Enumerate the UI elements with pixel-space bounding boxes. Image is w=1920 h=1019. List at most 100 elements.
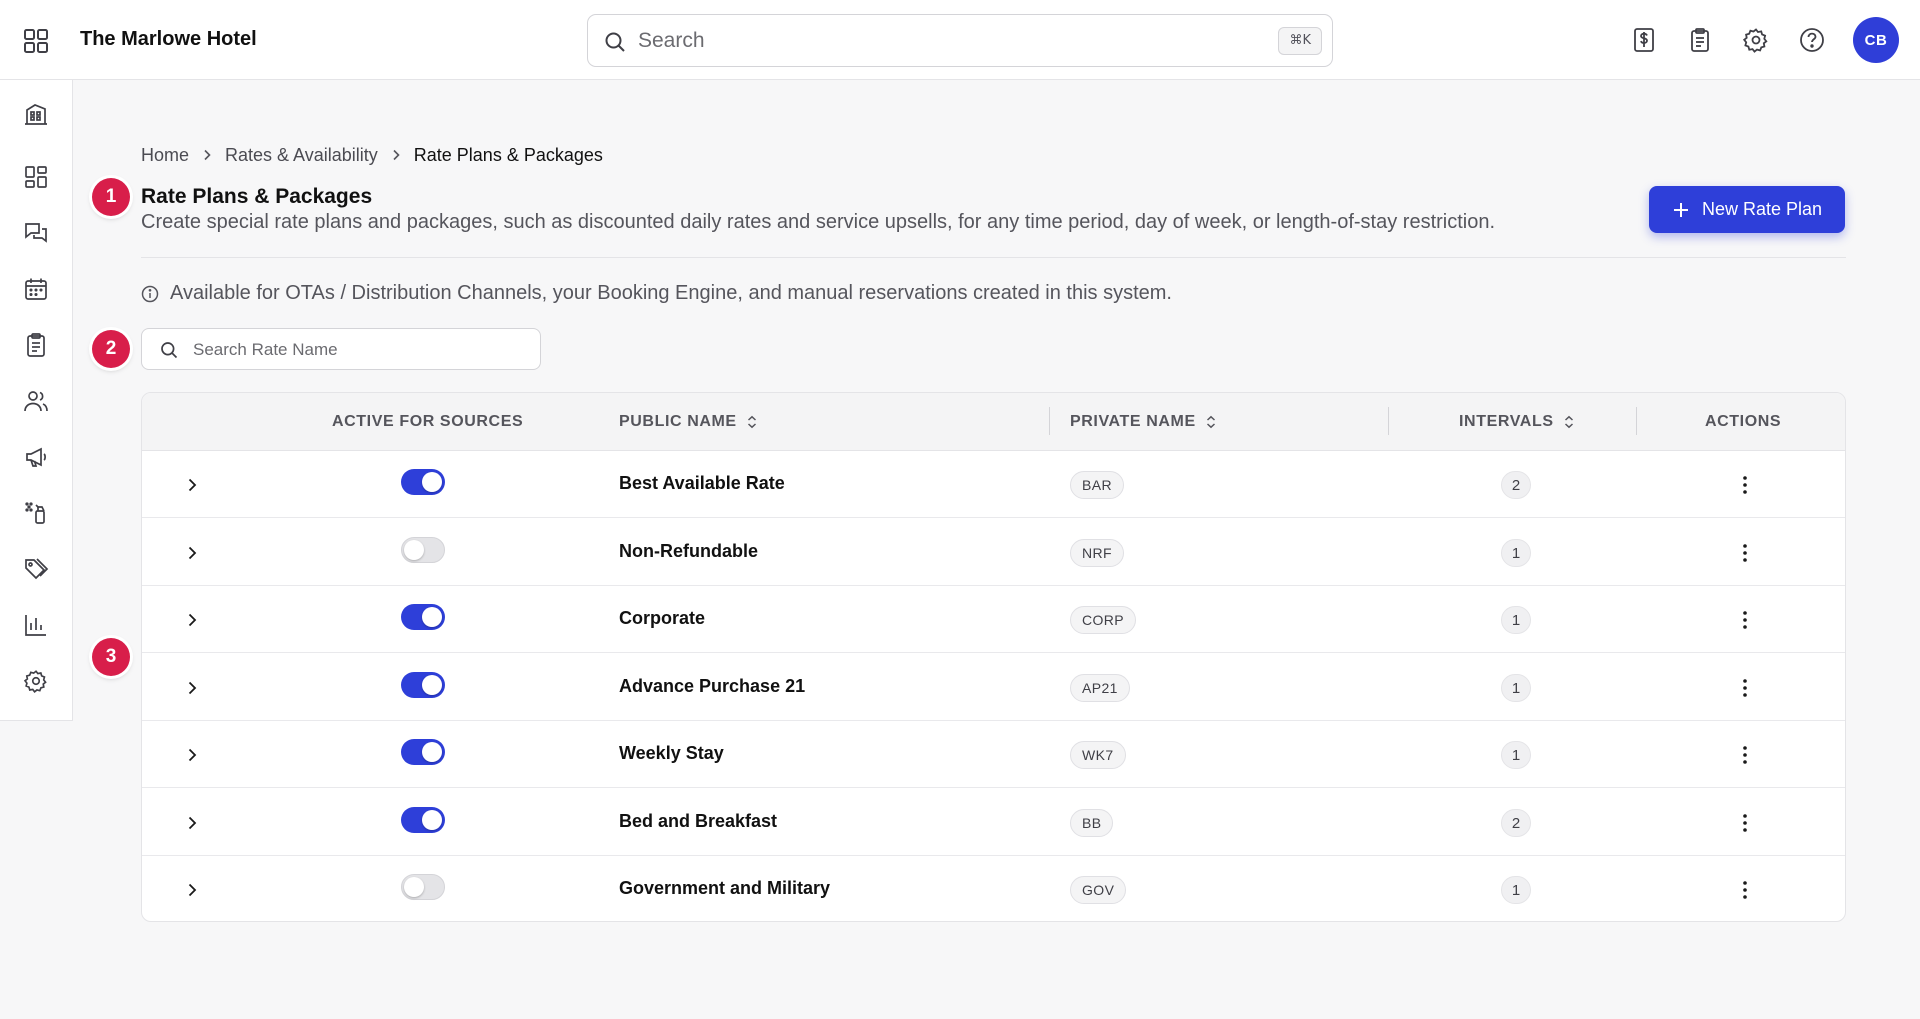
annotation-marker-2: 2 (92, 330, 130, 368)
hotel-name: The Marlowe Hotel (80, 28, 257, 50)
search-icon (604, 31, 626, 53)
plus-icon (1673, 202, 1688, 217)
active-toggle[interactable] (401, 739, 445, 765)
toggle-knob (422, 810, 442, 830)
header-public-name[interactable]: PUBLIC NAME (619, 393, 759, 451)
more-vertical-icon[interactable] (1733, 676, 1757, 700)
active-toggle[interactable] (401, 874, 445, 900)
intervals-badge: 1 (1501, 741, 1531, 769)
chevron-right-icon[interactable] (182, 543, 202, 563)
header-private-name[interactable]: PRIVATE NAME (1070, 393, 1218, 451)
private-name-badge: NRF (1070, 539, 1124, 567)
more-vertical-icon[interactable] (1733, 811, 1757, 835)
intervals-badge: 1 (1501, 876, 1531, 904)
user-avatar[interactable]: CB (1853, 17, 1899, 63)
more-vertical-icon[interactable] (1733, 473, 1757, 497)
global-search[interactable]: ⌘K (587, 14, 1333, 67)
column-separator (1049, 407, 1050, 435)
private-name-badge: GOV (1070, 876, 1127, 904)
annotation-marker-1: 1 (92, 178, 130, 216)
toggle-knob (404, 877, 424, 897)
active-toggle[interactable] (401, 469, 445, 495)
gear-icon[interactable] (23, 668, 49, 694)
header-public-label: PUBLIC NAME (619, 413, 737, 430)
public-name: Government and Military (619, 878, 831, 898)
info-icon (141, 285, 159, 302)
page-description: Create special rate plans and packages, … (141, 211, 1496, 233)
breadcrumb-rates-availability[interactable]: Rates & Availability (225, 145, 378, 166)
apps-grid-icon[interactable] (22, 27, 50, 55)
header-divider (141, 257, 1846, 258)
annotation-marker-3: 3 (92, 638, 130, 676)
active-toggle[interactable] (401, 672, 445, 698)
chevron-right-icon[interactable] (182, 610, 202, 630)
chevron-right-icon[interactable] (182, 745, 202, 765)
chevron-right-icon[interactable] (182, 475, 202, 495)
megaphone-icon[interactable] (23, 444, 49, 470)
chevron-right-icon[interactable] (182, 813, 202, 833)
calendar-icon[interactable] (23, 276, 49, 302)
clipboard-icon[interactable] (1686, 26, 1714, 54)
table-row: Government and Military GOV 1 (142, 856, 1845, 921)
availability-info: Available for OTAs / Distribution Channe… (141, 282, 1172, 305)
rate-plans-table: ACTIVE FOR SOURCES PUBLIC NAME PRIVATE N… (141, 392, 1846, 922)
header-active-for-sources: ACTIVE FOR SOURCES (332, 393, 523, 451)
active-toggle[interactable] (401, 537, 445, 563)
building-icon[interactable] (23, 101, 49, 127)
more-vertical-icon[interactable] (1733, 541, 1757, 565)
chevron-right-icon[interactable] (182, 678, 202, 698)
search-icon (160, 341, 178, 359)
top-bar: The Marlowe Hotel ⌘K (0, 0, 1920, 80)
private-name-badge: BAR (1070, 471, 1124, 499)
active-toggle[interactable] (401, 604, 445, 630)
sidebar (0, 80, 73, 721)
new-rate-plan-button[interactable]: New Rate Plan (1649, 186, 1845, 233)
public-name: Bed and Breakfast (619, 811, 778, 831)
bar-chart-icon[interactable] (23, 612, 49, 638)
private-name-badge: WK7 (1070, 741, 1126, 769)
private-name-badge: CORP (1070, 606, 1137, 634)
toggle-knob (422, 607, 442, 627)
toggle-knob (422, 675, 442, 695)
page-title: Rate Plans & Packages (141, 185, 373, 208)
table-header: ACTIVE FOR SOURCES PUBLIC NAME PRIVATE N… (142, 393, 1845, 451)
toggle-knob (422, 742, 442, 762)
breadcrumb: Home Rates & Availability Rate Plans & P… (141, 145, 603, 165)
toggle-knob (422, 472, 442, 492)
column-separator (1636, 407, 1637, 435)
breadcrumb-home[interactable]: Home (141, 145, 189, 166)
active-toggle[interactable] (401, 807, 445, 833)
search-shortcut-badge: ⌘K (1278, 27, 1322, 55)
sort-icon[interactable] (1562, 415, 1576, 429)
table-row: Weekly Stay WK7 1 (142, 721, 1845, 788)
global-search-input[interactable] (638, 23, 1238, 59)
more-vertical-icon[interactable] (1733, 878, 1757, 902)
private-name-badge: AP21 (1070, 674, 1130, 702)
public-name: Corporate (619, 608, 706, 628)
gear-icon[interactable] (1742, 26, 1770, 54)
intervals-badge: 1 (1501, 606, 1531, 634)
cleaning-spray-icon[interactable] (23, 500, 49, 526)
more-vertical-icon[interactable] (1733, 608, 1757, 632)
more-vertical-icon[interactable] (1733, 743, 1757, 767)
chat-bubbles-icon[interactable] (23, 220, 49, 246)
chevron-right-icon[interactable] (182, 880, 202, 900)
intervals-badge: 1 (1501, 539, 1531, 567)
tags-icon[interactable] (23, 556, 49, 582)
header-intervals[interactable]: INTERVALS (1459, 393, 1576, 451)
sort-icon[interactable] (1204, 415, 1218, 429)
public-name: Best Available Rate (619, 473, 785, 493)
table-row: Corporate CORP 1 (142, 586, 1845, 653)
users-icon[interactable] (23, 388, 49, 414)
dashboard-grid-icon[interactable] (23, 164, 49, 190)
rate-name-search[interactable] (141, 328, 541, 370)
sort-icon[interactable] (745, 415, 759, 429)
help-circle-icon[interactable] (1798, 26, 1826, 54)
rate-name-search-input[interactable] (193, 335, 523, 365)
toggle-knob (404, 540, 424, 560)
header-private-label: PRIVATE NAME (1070, 413, 1196, 430)
intervals-badge: 1 (1501, 674, 1531, 702)
table-row: Non-Refundable NRF 1 (142, 519, 1845, 586)
dollar-receipt-icon[interactable] (1630, 26, 1658, 54)
clipboard-list-icon[interactable] (23, 332, 49, 358)
